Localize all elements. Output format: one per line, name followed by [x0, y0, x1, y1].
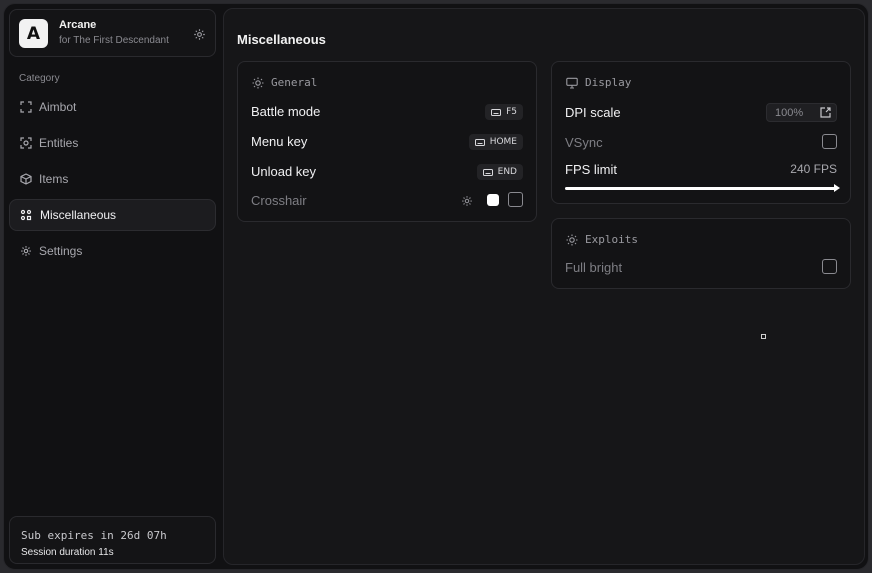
app-name: Arcane: [59, 19, 97, 31]
crosshair-checkbox[interactable]: [508, 192, 523, 207]
app-subtitle: for The First Descendant: [59, 35, 169, 46]
fps-limit-label: FPS limit: [565, 162, 617, 177]
full-bright-checkbox[interactable]: [822, 259, 837, 274]
app-logo: A: [19, 19, 48, 48]
display-title: Display: [585, 76, 632, 89]
sun-icon: [252, 77, 264, 89]
battle-mode-label: Battle mode: [251, 104, 321, 119]
gear-icon[interactable]: [461, 195, 473, 207]
keybind-value: HOME: [489, 137, 517, 147]
cube-icon: [20, 173, 32, 185]
unload-key-label: Unload key: [251, 164, 317, 179]
gear-icon[interactable]: [193, 28, 206, 41]
battle-mode-keybind[interactable]: F5: [485, 104, 523, 120]
dpi-scale-input[interactable]: 100%: [766, 103, 837, 122]
session-duration: Session duration 11s: [21, 547, 114, 558]
sidebar-item-label: Items: [39, 172, 69, 186]
vsync-label: VSync: [565, 135, 603, 150]
sidebar-item-entities[interactable]: Entities: [9, 127, 216, 159]
category-label: Category: [19, 73, 60, 84]
dpi-scale-label: DPI scale: [565, 105, 621, 120]
menu-key-keybind[interactable]: HOME: [468, 134, 523, 150]
dpi-scale-value: 100%: [775, 107, 804, 119]
exploits-card: Exploits Full bright: [551, 218, 851, 289]
general-card: General Battle mode F5 Menu key HOME Unl…: [237, 61, 537, 222]
sidebar-item-miscellaneous[interactable]: Miscellaneous: [9, 199, 216, 231]
expand-icon: [820, 107, 831, 118]
crosshair-label: Crosshair: [251, 193, 307, 208]
monitor-icon: [566, 77, 578, 89]
main-panel: Miscellaneous General Battle mode F5 Men…: [223, 8, 865, 565]
sidebar-item-items[interactable]: Items: [9, 163, 216, 195]
sidebar-item-label: Settings: [39, 244, 83, 258]
grid-icon: [20, 209, 32, 221]
sun-icon: [566, 234, 578, 246]
keybind-value: F5: [506, 107, 517, 117]
display-card: Display DPI scale 100% VSync FPS limit 2…: [551, 61, 851, 204]
crosshair-icon: [20, 101, 32, 113]
app-window: A Arcane for The First Descendant Catego…: [3, 3, 869, 570]
vsync-checkbox[interactable]: [822, 134, 837, 149]
keyboard-icon: [491, 108, 502, 116]
page-title: Miscellaneous: [237, 32, 326, 47]
crosshair-color-swatch[interactable]: [487, 194, 499, 206]
fps-limit-slider-handle[interactable]: [834, 184, 840, 192]
subscription-info: Sub expires in 26d 07h Session duration …: [9, 516, 216, 564]
menu-key-label: Menu key: [251, 134, 308, 149]
gear-icon: [21, 246, 31, 256]
sidebar-item-aimbot[interactable]: Aimbot: [9, 91, 216, 123]
mouse-cursor: [761, 334, 766, 339]
sidebar-item-label: Entities: [39, 136, 79, 150]
sidebar-item-label: Aimbot: [39, 100, 77, 114]
fps-limit-value: 240 FPS: [790, 162, 837, 176]
brand-card: A Arcane for The First Descendant: [9, 9, 216, 57]
unload-key-keybind[interactable]: END: [476, 164, 523, 180]
keyboard-icon: [482, 168, 493, 176]
subscription-expiry: Sub expires in 26d 07h: [21, 529, 167, 542]
fps-limit-slider[interactable]: [565, 187, 837, 190]
general-title: General: [271, 76, 318, 89]
scan-icon: [20, 137, 32, 149]
sidebar-item-label: Miscellaneous: [40, 208, 117, 222]
full-bright-label: Full bright: [565, 260, 623, 275]
exploits-title: Exploits: [585, 233, 638, 246]
sidebar-item-settings[interactable]: Settings: [9, 235, 216, 267]
keybind-value: END: [497, 167, 517, 177]
keyboard-icon: [474, 138, 485, 146]
